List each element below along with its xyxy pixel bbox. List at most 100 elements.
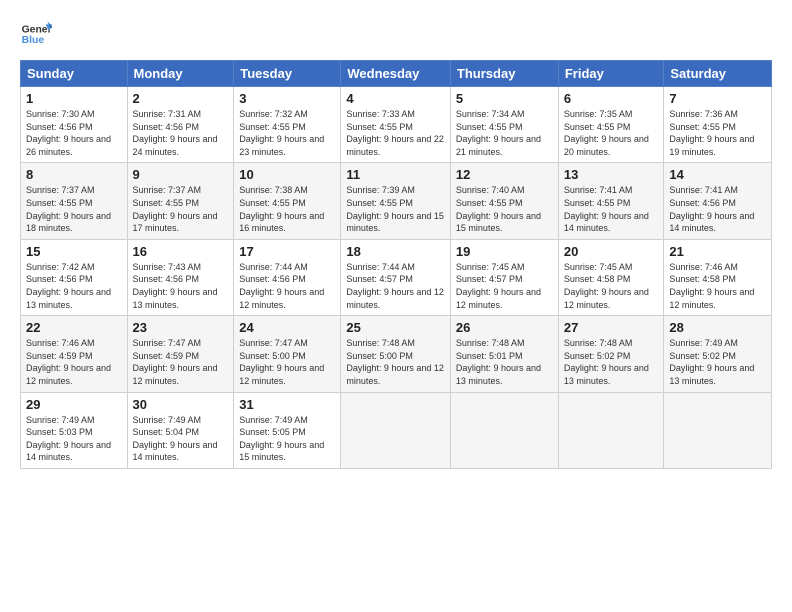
calendar-cell: 22 Sunrise: 7:46 AM Sunset: 4:59 PM Dayl…	[21, 316, 128, 392]
day-number: 29	[26, 397, 122, 412]
sunrise-label: Sunrise: 7:45 AM	[456, 262, 525, 272]
day-number: 7	[669, 91, 766, 106]
sunrise-label: Sunrise: 7:40 AM	[456, 185, 525, 195]
sunset-label: Sunset: 4:57 PM	[456, 274, 523, 284]
calendar-cell: 3 Sunrise: 7:32 AM Sunset: 4:55 PM Dayli…	[234, 87, 341, 163]
sunrise-label: Sunrise: 7:49 AM	[133, 415, 202, 425]
sunrise-label: Sunrise: 7:32 AM	[239, 109, 308, 119]
daylight-label: Daylight: 9 hours and 12 minutes.	[564, 287, 649, 310]
daylight-label: Daylight: 9 hours and 14 minutes.	[564, 211, 649, 234]
day-info: Sunrise: 7:48 AM Sunset: 5:01 PM Dayligh…	[456, 337, 553, 387]
calendar-cell	[558, 392, 664, 468]
calendar-cell: 13 Sunrise: 7:41 AM Sunset: 4:55 PM Dayl…	[558, 163, 664, 239]
sunrise-label: Sunrise: 7:43 AM	[133, 262, 202, 272]
day-info: Sunrise: 7:41 AM Sunset: 4:55 PM Dayligh…	[564, 184, 659, 234]
daylight-label: Daylight: 9 hours and 15 minutes.	[346, 211, 444, 234]
sunrise-label: Sunrise: 7:34 AM	[456, 109, 525, 119]
sunrise-label: Sunrise: 7:35 AM	[564, 109, 633, 119]
sunset-label: Sunset: 4:55 PM	[346, 198, 413, 208]
sunset-label: Sunset: 4:59 PM	[133, 351, 200, 361]
calendar-table: SundayMondayTuesdayWednesdayThursdayFrid…	[20, 60, 772, 469]
sunrise-label: Sunrise: 7:33 AM	[346, 109, 415, 119]
day-number: 12	[456, 167, 553, 182]
daylight-label: Daylight: 9 hours and 23 minutes.	[239, 134, 324, 157]
sunset-label: Sunset: 4:56 PM	[669, 198, 736, 208]
day-number: 18	[346, 244, 445, 259]
calendar-cell: 16 Sunrise: 7:43 AM Sunset: 4:56 PM Dayl…	[127, 239, 234, 315]
daylight-label: Daylight: 9 hours and 14 minutes.	[133, 440, 218, 463]
calendar-cell	[341, 392, 451, 468]
day-info: Sunrise: 7:49 AM Sunset: 5:02 PM Dayligh…	[669, 337, 766, 387]
calendar-cell: 4 Sunrise: 7:33 AM Sunset: 4:55 PM Dayli…	[341, 87, 451, 163]
calendar-week-row: 22 Sunrise: 7:46 AM Sunset: 4:59 PM Dayl…	[21, 316, 772, 392]
sunset-label: Sunset: 4:56 PM	[133, 122, 200, 132]
sunset-label: Sunset: 4:57 PM	[346, 274, 413, 284]
sunrise-label: Sunrise: 7:39 AM	[346, 185, 415, 195]
day-number: 11	[346, 167, 445, 182]
day-number: 2	[133, 91, 229, 106]
calendar-cell: 11 Sunrise: 7:39 AM Sunset: 4:55 PM Dayl…	[341, 163, 451, 239]
col-header-sunday: Sunday	[21, 61, 128, 87]
sunrise-label: Sunrise: 7:46 AM	[669, 262, 738, 272]
day-info: Sunrise: 7:32 AM Sunset: 4:55 PM Dayligh…	[239, 108, 335, 158]
calendar-cell: 28 Sunrise: 7:49 AM Sunset: 5:02 PM Dayl…	[664, 316, 772, 392]
sunset-label: Sunset: 4:55 PM	[239, 122, 306, 132]
day-info: Sunrise: 7:39 AM Sunset: 4:55 PM Dayligh…	[346, 184, 445, 234]
generalblue-logo-icon: General Blue	[20, 18, 52, 50]
day-number: 22	[26, 320, 122, 335]
day-number: 20	[564, 244, 659, 259]
daylight-label: Daylight: 9 hours and 12 minutes.	[456, 287, 541, 310]
calendar-cell: 30 Sunrise: 7:49 AM Sunset: 5:04 PM Dayl…	[127, 392, 234, 468]
sunrise-label: Sunrise: 7:48 AM	[564, 338, 633, 348]
day-number: 13	[564, 167, 659, 182]
calendar-cell: 10 Sunrise: 7:38 AM Sunset: 4:55 PM Dayl…	[234, 163, 341, 239]
day-info: Sunrise: 7:37 AM Sunset: 4:55 PM Dayligh…	[26, 184, 122, 234]
day-number: 10	[239, 167, 335, 182]
sunset-label: Sunset: 4:55 PM	[669, 122, 736, 132]
sunset-label: Sunset: 4:58 PM	[669, 274, 736, 284]
daylight-label: Daylight: 9 hours and 12 minutes.	[239, 363, 324, 386]
day-number: 25	[346, 320, 445, 335]
day-info: Sunrise: 7:30 AM Sunset: 4:56 PM Dayligh…	[26, 108, 122, 158]
day-number: 31	[239, 397, 335, 412]
day-number: 8	[26, 167, 122, 182]
day-number: 21	[669, 244, 766, 259]
daylight-label: Daylight: 9 hours and 14 minutes.	[26, 440, 111, 463]
calendar-cell	[450, 392, 558, 468]
day-info: Sunrise: 7:35 AM Sunset: 4:55 PM Dayligh…	[564, 108, 659, 158]
sunset-label: Sunset: 5:02 PM	[669, 351, 736, 361]
sunset-label: Sunset: 4:55 PM	[564, 198, 631, 208]
day-number: 19	[456, 244, 553, 259]
calendar-cell: 26 Sunrise: 7:48 AM Sunset: 5:01 PM Dayl…	[450, 316, 558, 392]
sunset-label: Sunset: 5:00 PM	[239, 351, 306, 361]
col-header-thursday: Thursday	[450, 61, 558, 87]
daylight-label: Daylight: 9 hours and 12 minutes.	[346, 287, 444, 310]
daylight-label: Daylight: 9 hours and 13 minutes.	[26, 287, 111, 310]
svg-text:Blue: Blue	[22, 35, 45, 46]
col-header-saturday: Saturday	[664, 61, 772, 87]
day-info: Sunrise: 7:40 AM Sunset: 4:55 PM Dayligh…	[456, 184, 553, 234]
day-number: 6	[564, 91, 659, 106]
day-number: 27	[564, 320, 659, 335]
day-number: 17	[239, 244, 335, 259]
daylight-label: Daylight: 9 hours and 13 minutes.	[456, 363, 541, 386]
sunrise-label: Sunrise: 7:36 AM	[669, 109, 738, 119]
daylight-label: Daylight: 9 hours and 17 minutes.	[133, 211, 218, 234]
day-number: 14	[669, 167, 766, 182]
sunrise-label: Sunrise: 7:31 AM	[133, 109, 202, 119]
sunrise-label: Sunrise: 7:44 AM	[346, 262, 415, 272]
daylight-label: Daylight: 9 hours and 12 minutes.	[133, 363, 218, 386]
calendar-cell: 31 Sunrise: 7:49 AM Sunset: 5:05 PM Dayl…	[234, 392, 341, 468]
sunset-label: Sunset: 4:55 PM	[456, 122, 523, 132]
sunrise-label: Sunrise: 7:46 AM	[26, 338, 95, 348]
day-info: Sunrise: 7:44 AM Sunset: 4:57 PM Dayligh…	[346, 261, 445, 311]
day-number: 9	[133, 167, 229, 182]
sunrise-label: Sunrise: 7:30 AM	[26, 109, 95, 119]
col-header-monday: Monday	[127, 61, 234, 87]
calendar-cell: 20 Sunrise: 7:45 AM Sunset: 4:58 PM Dayl…	[558, 239, 664, 315]
sunset-label: Sunset: 4:55 PM	[564, 122, 631, 132]
day-info: Sunrise: 7:43 AM Sunset: 4:56 PM Dayligh…	[133, 261, 229, 311]
calendar-cell: 15 Sunrise: 7:42 AM Sunset: 4:56 PM Dayl…	[21, 239, 128, 315]
day-info: Sunrise: 7:49 AM Sunset: 5:05 PM Dayligh…	[239, 414, 335, 464]
day-number: 1	[26, 91, 122, 106]
